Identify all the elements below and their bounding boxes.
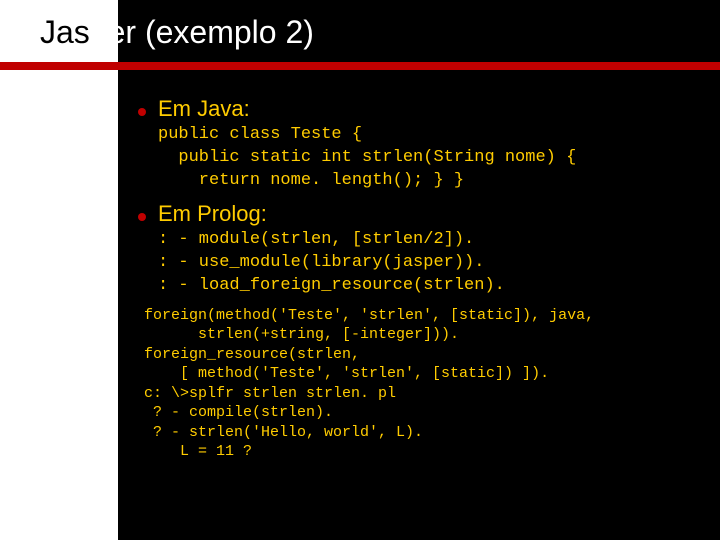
bullet-1-text: Em Java: xyxy=(158,96,250,122)
java-code-block: public class Teste { public static int s… xyxy=(158,124,698,193)
slide-content: Em Java: public class Teste { public sta… xyxy=(138,96,698,470)
bullet-icon xyxy=(138,213,146,221)
red-divider xyxy=(0,62,720,70)
bullet-icon xyxy=(138,108,146,116)
slide-title: Jasper (exemplo 2) xyxy=(40,14,314,51)
bullet-1: Em Java: xyxy=(138,96,698,122)
bullet-2-text: Em Prolog: xyxy=(158,201,267,227)
bullet-2: Em Prolog: xyxy=(138,201,698,227)
prolog-code-block-1: : - module(strlen, [strlen/2]). : - use_… xyxy=(158,229,698,298)
slide: Jasper (exemplo 2) Em Java: public class… xyxy=(0,0,720,540)
title-part-1: Jas xyxy=(40,14,90,50)
prolog-code-block-2: foreign(method('Teste', 'strlen', [stati… xyxy=(144,306,698,462)
title-part-2: per (exemplo 2) xyxy=(90,14,314,50)
